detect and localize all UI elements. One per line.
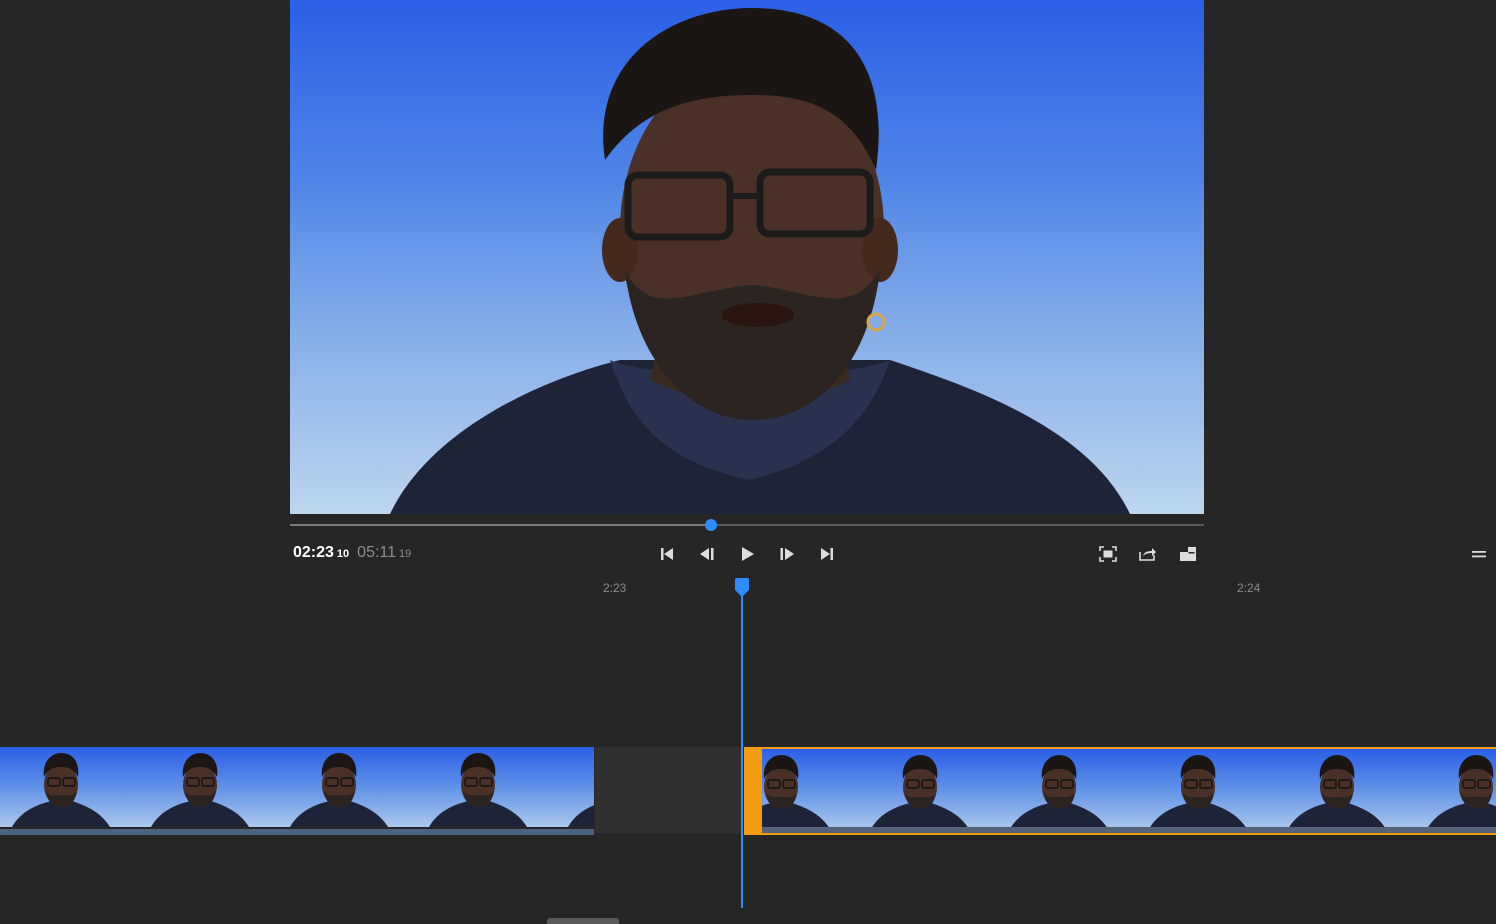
resize-button[interactable] — [1176, 543, 1200, 565]
step-back-icon — [700, 548, 714, 560]
scrub-bar[interactable] — [290, 519, 1204, 531]
clip-thumbnail — [409, 747, 548, 827]
step-forward-button[interactable] — [775, 543, 799, 565]
skip-to-end-button[interactable] — [815, 543, 839, 565]
play-button[interactable] — [735, 543, 759, 565]
fit-screen-icon — [1099, 546, 1117, 562]
fit-screen-button[interactable] — [1096, 543, 1120, 565]
clip-thumbnail — [1407, 749, 1496, 829]
duration-time: 05:11 — [357, 544, 397, 561]
clip-thumbnail — [1268, 749, 1407, 829]
skip-to-start-icon — [661, 548, 673, 560]
time-display: 02:23 10 05:11 19 — [293, 544, 411, 562]
timeline-gap[interactable] — [595, 747, 741, 833]
playhead-line — [741, 592, 743, 908]
skip-to-end-icon — [821, 548, 833, 560]
clip-thumbnail — [851, 749, 990, 829]
timeline-scroll-handle[interactable] — [547, 918, 619, 924]
clip-thumbnail — [131, 747, 270, 827]
clip-thumbnail — [270, 747, 409, 827]
menu-icon — [1472, 551, 1486, 558]
video-clip[interactable] — [0, 747, 594, 835]
clip-trim-handle[interactable] — [746, 749, 762, 833]
ruler-label: 2:24 — [1237, 581, 1261, 595]
clip-thumbnail — [548, 747, 594, 827]
step-back-button[interactable] — [695, 543, 719, 565]
share-icon — [1139, 548, 1156, 561]
audio-waveform — [0, 829, 594, 835]
video-preview[interactable] — [290, 0, 1204, 514]
audio-waveform — [762, 827, 1496, 833]
step-forward-icon — [780, 548, 794, 560]
skip-to-start-button[interactable] — [655, 543, 679, 565]
scrub-handle[interactable] — [705, 519, 718, 531]
ruler-label: 2:23 — [603, 581, 627, 595]
current-time: 02:23 — [293, 544, 334, 561]
resize-icon — [1180, 547, 1196, 561]
share-button[interactable] — [1136, 543, 1160, 565]
video-frame — [390, 8, 1130, 514]
play-icon — [742, 547, 754, 561]
duration-frame: 19 — [399, 548, 412, 560]
current-frame: 10 — [336, 548, 350, 560]
clip-thumbnail — [0, 747, 131, 827]
menu-button[interactable] — [1467, 543, 1491, 565]
clip-thumbnail — [1129, 749, 1268, 829]
scrub-progress — [290, 524, 712, 526]
playhead-handle[interactable] — [734, 578, 750, 598]
clip-thumbnail — [990, 749, 1129, 829]
clip-thumbnail — [762, 749, 851, 829]
video-clip-selected[interactable] — [744, 747, 1496, 835]
